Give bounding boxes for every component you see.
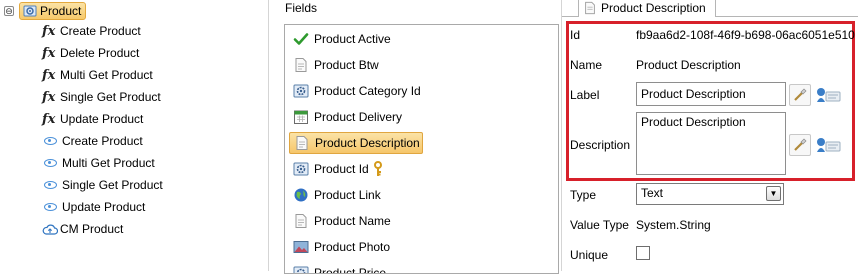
tree-item-update-product-view[interactable]: Update Product — [42, 197, 145, 217]
tree-root[interactable]: ⊖ Product — [4, 2, 86, 20]
key-icon — [373, 161, 383, 177]
value-type-label: Value Type — [570, 218, 629, 232]
fx-icon: fx — [42, 68, 60, 83]
brush-icon — [790, 85, 810, 105]
tree-item-create-product-function[interactable]: fx Create Product — [42, 21, 141, 41]
tree-item-single-get-product-function[interactable]: fx Single Get Product — [42, 87, 161, 107]
edit-description-button[interactable] — [789, 134, 811, 156]
tree-root-node[interactable]: Product — [19, 2, 86, 20]
unique-label: Unique — [570, 248, 608, 262]
field-item-product-active[interactable]: Product Active — [289, 28, 395, 50]
description-label: Description — [570, 138, 630, 152]
tree-item-label: Create Product — [62, 134, 143, 148]
fields-title: Fields — [285, 1, 317, 15]
settings-icon — [293, 161, 309, 177]
tree-item-multi-get-product-view[interactable]: Multi Get Product — [42, 153, 155, 173]
unique-checkbox[interactable] — [636, 246, 650, 260]
eye-icon — [44, 137, 57, 145]
collapse-icon[interactable]: ⊖ — [4, 6, 14, 16]
field-label: Product Btw — [314, 58, 379, 72]
tree-item-label: Create Product — [60, 24, 141, 38]
type-select-value: Text — [641, 186, 663, 200]
translate-description-icon[interactable] — [815, 136, 841, 154]
calendar-icon — [293, 109, 309, 125]
field-item-product-price[interactable]: Product Price — [289, 262, 390, 274]
fx-icon: fx — [42, 46, 60, 61]
tree-item-label: CM Product — [60, 222, 123, 236]
fx-icon: fx — [42, 112, 60, 127]
field-label: Product Active — [314, 32, 391, 46]
description-textarea[interactable]: Product Description — [636, 112, 786, 175]
field-item-product-description[interactable]: Product Description — [289, 132, 423, 154]
document-icon — [293, 213, 309, 229]
eye-icon — [44, 181, 57, 189]
field-label: Product Description — [315, 136, 420, 150]
eye-icon — [44, 203, 57, 211]
tab-strip-line — [716, 16, 858, 17]
fx-icon: fx — [42, 24, 60, 39]
field-item-product-photo[interactable]: Product Photo — [289, 236, 394, 258]
tree-item-delete-product-function[interactable]: fx Delete Product — [42, 43, 139, 63]
field-label: Product Name — [314, 214, 391, 228]
name-label: Name — [570, 58, 602, 72]
eye-icon — [44, 159, 57, 167]
field-label: Product Price — [314, 266, 386, 274]
checkmark-icon — [293, 31, 309, 47]
id-label: Id — [570, 28, 580, 42]
field-item-product-id[interactable]: Product Id — [289, 158, 387, 180]
fx-icon: fx — [42, 90, 60, 105]
value-type-value: System.String — [636, 218, 711, 232]
label-label: Label — [570, 88, 599, 102]
tree-item-multi-get-product-function[interactable]: fx Multi Get Product — [42, 65, 153, 85]
field-item-product-category-id[interactable]: Product Category Id — [289, 80, 425, 102]
tree-item-label: Multi Get Product — [62, 156, 155, 170]
tree-item-label: Delete Product — [60, 46, 139, 60]
field-item-product-btw[interactable]: Product Btw — [289, 54, 383, 76]
tree-item-label: Update Product — [62, 200, 145, 214]
tab-product-description[interactable]: Product Description — [578, 0, 716, 17]
tree-root-label: Product — [40, 4, 81, 18]
name-value: Product Description — [636, 58, 741, 72]
field-label: Product Photo — [314, 240, 390, 254]
tree-item-label: Single Get Product — [60, 90, 161, 104]
tree-item-label: Single Get Product — [62, 178, 163, 192]
field-label: Product Link — [314, 188, 381, 202]
settings-icon — [293, 83, 309, 99]
field-item-product-link[interactable]: Product Link — [289, 184, 385, 206]
document-icon — [583, 1, 597, 15]
type-select[interactable]: Text ▼ — [636, 183, 784, 205]
document-icon — [293, 57, 309, 73]
image-icon — [293, 239, 309, 255]
tree-item-label: Multi Get Product — [60, 68, 153, 82]
tree-item-single-get-product-view[interactable]: Single Get Product — [42, 175, 163, 195]
field-label: Product Delivery — [314, 110, 402, 124]
brush-icon — [790, 135, 810, 155]
tree-item-update-product-function[interactable]: fx Update Product — [42, 109, 143, 129]
field-item-product-name[interactable]: Product Name — [289, 210, 395, 232]
panel-splitter[interactable] — [268, 0, 269, 271]
entity-icon — [23, 4, 37, 18]
id-value: fb9aa6d2-108f-46f9-b698-06ac6051e510 — [636, 28, 855, 42]
globe-icon — [293, 187, 309, 203]
label-input[interactable]: Product Description — [636, 82, 786, 106]
cloud-upload-icon — [42, 224, 58, 235]
tree-item-label: Update Product — [60, 112, 143, 126]
field-label: Product Id — [314, 162, 369, 176]
document-icon — [294, 135, 310, 151]
chevron-down-icon[interactable]: ▼ — [766, 186, 781, 201]
settings-icon — [293, 265, 309, 274]
entity-tree: ⊖ Product fx Create Product fx Delete Pr… — [0, 0, 268, 271]
fields-list[interactable]: Product Active Product Btw Product Categ… — [284, 24, 559, 274]
type-label: Type — [570, 188, 596, 202]
tree-item-cm-product[interactable]: CM Product — [42, 219, 123, 239]
field-item-product-delivery[interactable]: Product Delivery — [289, 106, 406, 128]
panel-splitter[interactable] — [561, 0, 562, 271]
tab-label: Product Description — [601, 1, 706, 15]
tab-strip-line — [562, 16, 578, 17]
edit-label-button[interactable] — [789, 84, 811, 106]
tree-item-create-product-view[interactable]: Create Product — [42, 131, 143, 151]
translate-label-icon[interactable] — [815, 86, 841, 104]
field-label: Product Category Id — [314, 84, 421, 98]
